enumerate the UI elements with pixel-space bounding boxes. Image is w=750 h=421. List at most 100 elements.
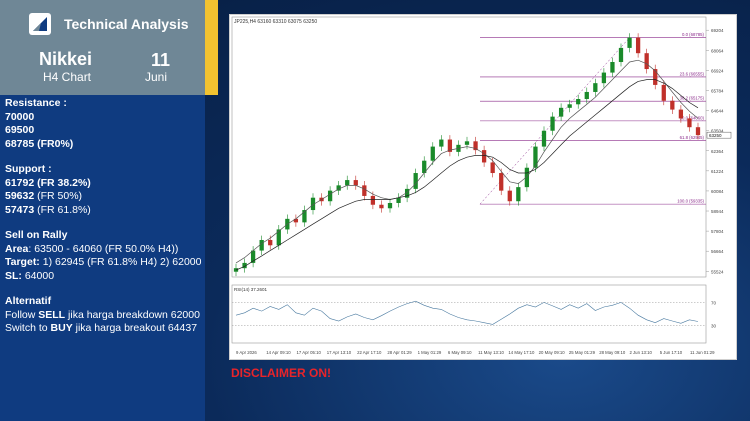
x-tick-label: 25 May 01:29: [569, 350, 596, 355]
y-tick-label: 57804: [711, 229, 724, 234]
sell-area: Area: 63500 - 64060 (FR 50.0% H4)): [5, 242, 179, 255]
support-level: 61792 (FR 38.2%): [5, 176, 91, 189]
x-tick-label: 14 Apr 09:10: [266, 350, 291, 355]
x-tick-label: 28 May 09:10: [599, 350, 626, 355]
fib-level-label: 50.0 (64060): [680, 115, 705, 120]
candle-body: [259, 239, 264, 251]
fib-level-label: 61.8 (62945): [680, 135, 705, 140]
candle-body: [481, 150, 487, 163]
candle-body: [653, 69, 658, 85]
ticker-name: Nikkei: [39, 49, 93, 69]
x-tick-label: 9 Apr 2026: [236, 350, 257, 355]
x-tick-label: 2 Jun 13:10: [629, 350, 652, 355]
candle-body: [387, 202, 393, 209]
sell-target: Target: 1) 62945 (FR 61.8% H4) 2) 62000: [5, 256, 202, 268]
chart-arrow-logo-icon: [29, 13, 51, 35]
rsi-label: RSI(14) 37.2601: [234, 287, 268, 292]
candle-body: [593, 83, 598, 92]
candle-body: [618, 47, 624, 63]
y-tick-label: 69204: [711, 28, 724, 33]
candle-body: [473, 141, 478, 151]
analysis-panel: Resistance : 70000 69500 68785 (FR0%) Su…: [5, 97, 203, 336]
candle-body: [370, 195, 376, 205]
fib-level-label: 38.2 (65175): [680, 96, 705, 101]
rsi-level-label: 30: [711, 324, 717, 329]
resistance-title: Resistance :: [5, 97, 67, 109]
y-tick-label: 55524: [711, 269, 724, 274]
support-level: 57473 (FR 61.8%): [5, 203, 91, 216]
candle-body: [327, 190, 333, 202]
timeframe-label: H4 Chart: [43, 70, 92, 84]
y-tick-label: 58944: [711, 209, 724, 214]
resistance-level: 68785 (FR0%): [5, 137, 74, 150]
candle-body: [661, 84, 666, 101]
date-day: 11: [151, 50, 171, 70]
resistance-level: 70000: [5, 110, 35, 123]
candle-body: [601, 72, 607, 84]
rsi-level-label: 70: [711, 300, 717, 305]
chart-frame: JP225,H4 63160 63310 63075 63250 69204 680…: [229, 14, 737, 360]
rsi-plot-area: [231, 284, 707, 344]
candle-body: [413, 173, 418, 189]
candle-body: [567, 104, 572, 108]
candle-body: [687, 118, 692, 128]
y-tick-label: 56664: [711, 249, 724, 254]
candle-body: [635, 37, 641, 54]
candle-body: [499, 173, 504, 191]
fib-level-label: 23.6 (66555): [680, 71, 705, 76]
header-accent-bar: [205, 0, 218, 95]
sell-title: Sell on Rally: [5, 229, 68, 241]
candle-body: [678, 109, 684, 119]
candle-body: [268, 239, 273, 246]
sell-stoploss: SL: 64000: [5, 269, 55, 282]
candle-body: [558, 107, 564, 117]
brand-title: Technical Analysis: [64, 16, 189, 32]
candle-body: [627, 37, 632, 48]
candle-body: [490, 162, 495, 174]
candle-body: [541, 130, 547, 147]
ma-fast-line: [235, 59, 699, 264]
x-tick-label: 28 Apr 01:29: [387, 350, 412, 355]
x-tick-label: 20 May 09:10: [539, 350, 566, 355]
y-tick-label: 66924: [711, 68, 724, 73]
x-tick-label: 17 Apr 05:10: [297, 350, 322, 355]
rsi-line: [235, 300, 699, 325]
candle-body: [610, 62, 615, 73]
support-level: 59632 (FR 50%): [5, 190, 83, 202]
disclaimer-text: DISCLAIMER ON!: [231, 366, 331, 380]
y-tick-label: 64644: [711, 109, 724, 114]
candle-body: [345, 180, 350, 186]
candle-body: [584, 91, 589, 100]
alt-buy: Switch to BUY jika harga breakout 64437: [5, 322, 198, 334]
y-tick-label: 61224: [711, 169, 724, 174]
x-tick-label: 11 May 13:10: [478, 350, 504, 355]
y-tick-label: 60084: [711, 189, 724, 194]
y-tick-label: 62364: [711, 149, 724, 154]
alt-title: Alternatif: [5, 295, 52, 307]
candle-body: [644, 53, 649, 70]
candle-body: [550, 116, 555, 131]
candle-body: [276, 229, 281, 246]
x-tick-label: 17 Apr 13:10: [327, 350, 352, 355]
y-tick-label: 68064: [711, 48, 724, 53]
date-month: Juni: [145, 70, 168, 84]
x-tick-label: 1 May 01:29: [418, 350, 442, 355]
candle-body: [396, 197, 401, 203]
x-tick-label: 6 May 09:10: [448, 350, 472, 355]
candle-body: [379, 204, 384, 209]
candle-body: [695, 127, 701, 136]
x-tick-label: 5 Jun 17:10: [660, 350, 683, 355]
ma-slow-line: [235, 79, 699, 271]
last-price-label: 63250: [709, 133, 722, 138]
y-tick-label: 65784: [711, 88, 724, 93]
support-title: Support :: [5, 163, 52, 175]
candle-body: [362, 185, 367, 196]
x-tick-label: 22 Apr 17:10: [357, 350, 382, 355]
x-tick-label: 14 May 17:10: [508, 350, 535, 355]
resistance-level: 69500: [5, 124, 35, 136]
candle-body: [464, 141, 470, 145]
candle-body: [576, 99, 581, 105]
alt-sell: Follow SELL jika harga breakdown 62000: [5, 308, 200, 321]
fib-level-label: 0.0 (68785): [682, 32, 705, 37]
chart-title: JP225,H4 63160 63310 63075 63250: [234, 19, 317, 25]
